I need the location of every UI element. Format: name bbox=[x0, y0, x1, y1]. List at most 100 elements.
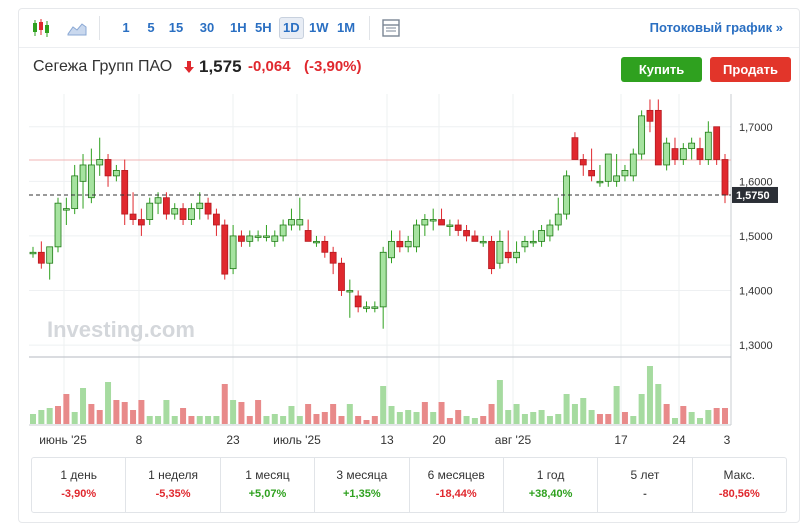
volume-bar bbox=[55, 406, 62, 424]
candle-body bbox=[263, 235, 270, 238]
sell-button[interactable]: Продать bbox=[710, 57, 791, 82]
y-axis-tick-label: 1,7000 bbox=[739, 122, 773, 134]
volume-bar bbox=[163, 400, 170, 424]
candle-body bbox=[121, 170, 129, 215]
performance-period[interactable]: 1 месяц +5,07% bbox=[221, 458, 316, 512]
candle-body bbox=[137, 219, 145, 226]
performance-period-label: 1 год bbox=[536, 468, 565, 482]
volume-bar bbox=[371, 416, 378, 424]
price-change: -0,064 bbox=[248, 58, 291, 75]
candle-body bbox=[429, 219, 437, 222]
candle-body bbox=[304, 230, 312, 242]
candle-body bbox=[288, 219, 295, 226]
last-price: 1,575 bbox=[199, 57, 242, 76]
volume-bar bbox=[38, 410, 45, 424]
volume-bar bbox=[363, 420, 370, 424]
investing-watermark: Investing.com bbox=[47, 317, 195, 342]
performance-period[interactable]: 5 лет - bbox=[598, 458, 693, 512]
candle-body bbox=[538, 230, 545, 242]
volume-bar bbox=[571, 404, 578, 424]
performance-period-value: +5,07% bbox=[248, 488, 287, 500]
volume-bar bbox=[96, 410, 103, 424]
performance-period[interactable]: 1 день -3,90% bbox=[32, 458, 127, 512]
volume-bar bbox=[546, 416, 553, 424]
y-axis-tick-label: 1,5000 bbox=[739, 231, 773, 243]
candle-body bbox=[279, 224, 287, 237]
candle-body bbox=[246, 235, 254, 242]
volume-bar bbox=[488, 404, 495, 424]
volume-bar bbox=[271, 414, 278, 424]
table-view-icon[interactable] bbox=[379, 16, 403, 40]
interval-5-button[interactable]: 5 bbox=[140, 17, 162, 39]
x-axis-tick-label: авг '25 bbox=[495, 433, 532, 447]
candle-body bbox=[696, 148, 704, 160]
candle-body bbox=[29, 251, 37, 255]
candle-body bbox=[371, 306, 379, 309]
candle-body bbox=[679, 148, 687, 160]
price-chart-svg[interactable]: 1,3000 1,4000 1,5000 1,6000 1,7000 Investing.… bbox=[19, 88, 799, 450]
price-chart[interactable]: 1,3000 1,4000 1,5000 1,6000 1,7000 Investing.… bbox=[19, 88, 799, 450]
toolbar-divider bbox=[99, 16, 100, 40]
down-arrow-icon bbox=[184, 60, 194, 78]
performance-period[interactable]: 1 год +38,40% bbox=[504, 458, 599, 512]
candle-body bbox=[354, 295, 362, 308]
interval-30-button[interactable]: 30 bbox=[196, 17, 218, 39]
volume-bar bbox=[505, 410, 512, 424]
volume-bar bbox=[455, 410, 462, 424]
performance-period[interactable]: 6 месяцев -18,44% bbox=[410, 458, 504, 512]
buy-button[interactable]: Купить bbox=[621, 57, 702, 82]
performance-period[interactable]: 1 неделя -5,35% bbox=[126, 458, 221, 512]
candle-body bbox=[196, 202, 204, 210]
streaming-chart-link[interactable]: Потоковый график » bbox=[650, 20, 783, 35]
candle-body bbox=[321, 240, 329, 253]
volume-bar bbox=[230, 400, 237, 424]
interval-1d-button[interactable]: 1D bbox=[279, 17, 304, 39]
area-chart-icon[interactable] bbox=[65, 16, 89, 40]
y-axis-tick-label: 1,3000 bbox=[739, 340, 773, 352]
volume-bar bbox=[555, 414, 562, 424]
candle-body bbox=[721, 159, 729, 196]
volume-bar bbox=[146, 416, 153, 424]
candle-body bbox=[479, 240, 487, 244]
candle-body bbox=[129, 213, 137, 220]
volume-bar bbox=[388, 406, 395, 424]
interval-1h-button[interactable]: 1H bbox=[227, 17, 250, 39]
candle-body bbox=[404, 240, 412, 248]
interval-1m-button[interactable]: 1M bbox=[334, 17, 358, 39]
volume-bar bbox=[238, 402, 245, 424]
volume-bar bbox=[621, 412, 628, 424]
volume-bar bbox=[213, 416, 220, 424]
candle-body bbox=[663, 142, 671, 166]
volume-bar bbox=[438, 402, 445, 424]
x-axis-tick-label: 24 bbox=[672, 433, 686, 447]
candle-body bbox=[621, 170, 629, 177]
performance-period[interactable]: 3 месяца +1,35% bbox=[315, 458, 410, 512]
candle-body bbox=[54, 202, 62, 248]
volume-bar bbox=[655, 384, 662, 424]
price-change-percent: (-3,90%) bbox=[304, 58, 362, 75]
volume-bar bbox=[280, 416, 287, 424]
candlestick-chart-icon[interactable] bbox=[29, 16, 53, 40]
candle-body bbox=[188, 208, 195, 220]
volume-bar bbox=[121, 402, 128, 424]
performance-period-value: +1,35% bbox=[343, 488, 381, 500]
interval-1-button[interactable]: 1 bbox=[115, 17, 137, 39]
interval-1w-button[interactable]: 1W bbox=[306, 17, 332, 39]
interval-15-button[interactable]: 15 bbox=[165, 17, 187, 39]
volume-bar bbox=[413, 412, 420, 424]
candle-body bbox=[604, 153, 612, 182]
candle-body bbox=[162, 197, 170, 215]
candle-body bbox=[46, 246, 54, 264]
interval-5h-button[interactable]: 5H bbox=[252, 17, 275, 39]
volume-bar bbox=[671, 418, 678, 424]
volume-bar bbox=[330, 404, 337, 424]
chart-toolbar: 1 5 15 30 1H 5H 1D 1W 1M Потоковый график » bbox=[19, 9, 799, 47]
performance-period-value: -18,44% bbox=[435, 488, 477, 500]
performance-period[interactable]: Макс. -80,56% bbox=[693, 458, 786, 512]
volume-bar bbox=[255, 400, 262, 424]
volume-bar bbox=[380, 386, 387, 424]
volume-bar bbox=[513, 404, 520, 424]
volume-bar bbox=[596, 414, 603, 424]
candle-body bbox=[646, 109, 654, 122]
volume-bar bbox=[138, 400, 145, 424]
